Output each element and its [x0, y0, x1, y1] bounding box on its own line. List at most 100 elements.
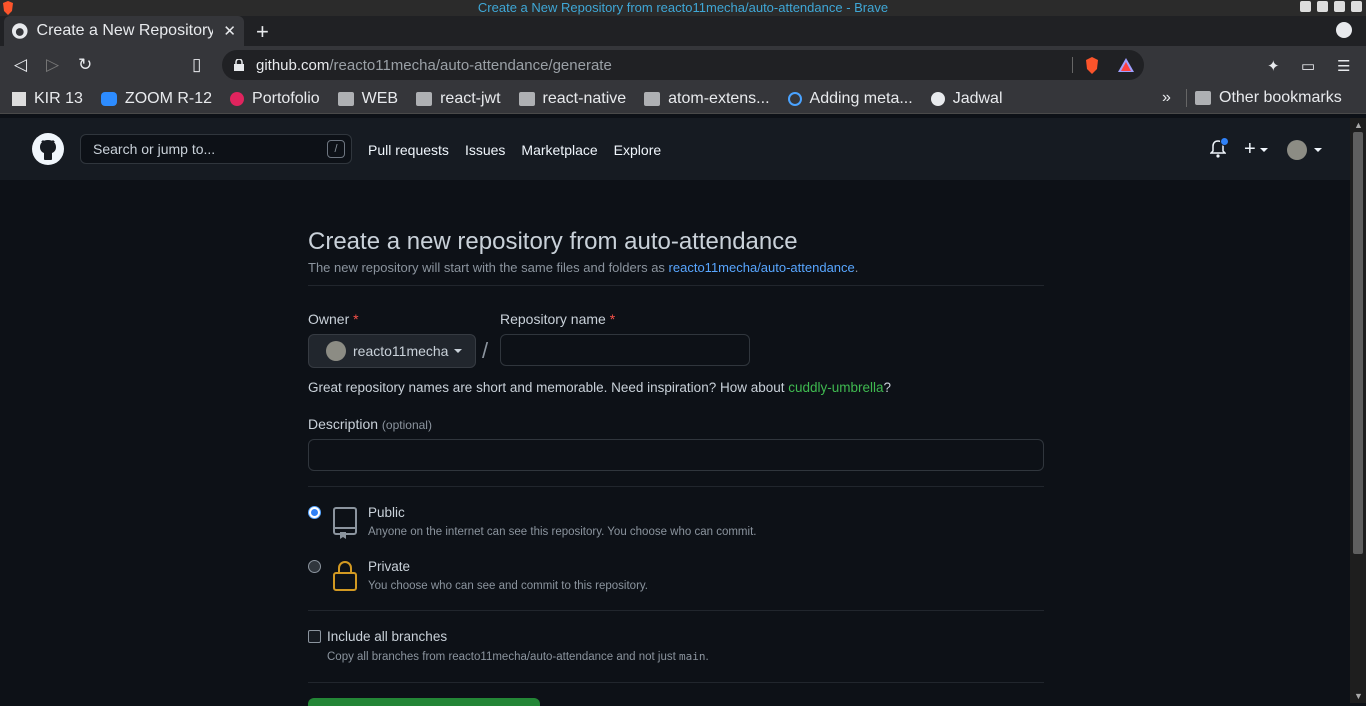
bookmark-portofolio[interactable]: Portofolio — [230, 90, 320, 108]
nav-marketplace[interactable]: Marketplace — [521, 142, 597, 158]
folder-icon — [337, 91, 354, 106]
repo-name-hint: Great repository names are short and mem… — [308, 380, 892, 395]
owner-repo-separator: / — [482, 338, 489, 363]
kir-icon — [12, 91, 26, 106]
owner-avatar — [326, 341, 346, 361]
divider — [308, 682, 1044, 683]
private-title: Private — [368, 559, 411, 574]
template-repo-link[interactable]: reacto11mecha/auto-attendance — [669, 260, 855, 275]
notification-dot — [1220, 137, 1229, 146]
lock-icon — [333, 561, 357, 591]
create-repository-button[interactable] — [308, 698, 540, 706]
reload-icon[interactable]: ↻ — [78, 55, 92, 75]
globe-icon — [930, 91, 945, 106]
bookmark-web[interactable]: WEB — [337, 90, 398, 108]
description-field[interactable] — [308, 439, 1044, 471]
pin-icon[interactable] — [1334, 1, 1345, 12]
extensions-icon[interactable]: ✦ — [1267, 57, 1280, 75]
chevron-down-icon — [454, 349, 463, 353]
suggested-name-link[interactable]: cuddly-umbrella — [788, 380, 883, 395]
avatar[interactable] — [1287, 140, 1307, 160]
search-shortcut-hint: / — [327, 140, 345, 158]
divider — [308, 486, 1044, 487]
brave-shields-icon[interactable] — [1084, 57, 1100, 74]
public-radio[interactable] — [308, 506, 321, 519]
nav-explore[interactable]: Explore — [614, 142, 661, 158]
address-bar[interactable]: github.com/reacto11mecha/auto-attendance… — [222, 50, 1144, 80]
bookmark-react-native[interactable]: react-native — [518, 90, 626, 108]
public-description: Anyone on the internet can see this repo… — [368, 526, 757, 538]
bookmark-adding-meta[interactable]: Adding meta... — [787, 90, 913, 108]
page-content: Search or jump to... / Pull requests Iss… — [0, 118, 1350, 706]
github-logo-icon[interactable] — [32, 133, 64, 165]
create-new-dropdown[interactable]: + — [1244, 138, 1268, 161]
minimize-icon[interactable] — [1300, 1, 1311, 12]
repo-icon — [333, 507, 357, 539]
include-branches-checkbox[interactable] — [308, 630, 321, 643]
scrollbar-thumb[interactable] — [1353, 132, 1363, 554]
window-title: Create a New Repository from reacto11mec… — [477, 0, 889, 15]
repo-name-field[interactable] — [500, 334, 750, 366]
private-radio[interactable] — [308, 560, 321, 573]
bookmark-atom-extens[interactable]: atom-extens... — [644, 90, 770, 108]
brave-icon — [3, 1, 13, 15]
bookmarks-overflow-icon[interactable]: » — [1162, 89, 1171, 107]
include-branches-description: Copy all branches from reacto11mecha/aut… — [327, 650, 709, 663]
browser-tab[interactable]: Create a New Repository from reacto11mec… — [4, 16, 244, 46]
chevron-down-icon[interactable] — [1314, 148, 1322, 152]
github-header: Search or jump to... / Pull requests Iss… — [0, 118, 1350, 180]
public-title: Public — [368, 505, 405, 520]
tab-search-icon[interactable] — [1336, 22, 1352, 38]
url-text: github.com/reacto11mecha/auto-attendance… — [256, 56, 612, 74]
brave-rewards-icon[interactable] — [1118, 58, 1134, 72]
private-description: You choose who can see and commit to thi… — [368, 580, 648, 592]
lock-icon — [234, 59, 244, 71]
scroll-down-icon[interactable]: ▼ — [1354, 691, 1363, 701]
bookmark-jadwal[interactable]: Jadwal — [930, 90, 1003, 108]
portofolio-icon — [230, 91, 245, 106]
folder-icon — [416, 91, 433, 106]
maximize-icon[interactable] — [1317, 1, 1328, 12]
folder-icon — [1195, 91, 1211, 105]
folder-icon — [518, 91, 535, 106]
github-nav: Pull requests Issues Marketplace Explore — [368, 142, 661, 158]
search-input[interactable]: Search or jump to... / — [80, 134, 352, 164]
bookmark-kir[interactable]: KIR 13 — [12, 90, 83, 108]
repo-name-label: Repository name * — [500, 311, 616, 327]
include-branches-label[interactable]: Include all branches — [327, 629, 447, 644]
tab-close-icon[interactable]: ✕ — [223, 22, 236, 40]
page-scrollbar[interactable]: ▲ ▼ — [1350, 118, 1366, 703]
tab-title: Create a New Repository from reacto11mec… — [36, 22, 214, 39]
new-tab-icon[interactable]: + — [256, 19, 269, 45]
divider — [308, 285, 1044, 286]
page-subtitle: The new repository will start with the s… — [308, 260, 859, 275]
nav-issues[interactable]: Issues — [465, 142, 505, 158]
page-title: Create a new repository from auto-attend… — [308, 228, 798, 255]
wallet-icon[interactable]: ▭ — [1301, 57, 1315, 75]
browser-toolbar: ◁ ▷ ↻ ▯ github.com/reacto11mecha/auto-at… — [0, 46, 1366, 84]
divider — [308, 610, 1044, 611]
bookmark-react-jwt[interactable]: react-jwt — [416, 90, 501, 108]
tab-strip: Create a New Repository from reacto11mec… — [0, 16, 1366, 46]
folder-icon — [644, 91, 661, 106]
zoom-icon — [100, 91, 117, 106]
description-input[interactable] — [309, 440, 1043, 470]
bookmark-icon[interactable]: ▯ — [192, 55, 201, 75]
menu-icon[interactable]: ☰ — [1337, 57, 1350, 75]
window-titlebar: Create a New Repository from reacto11mec… — [0, 0, 1366, 16]
bookmarks-bar: KIR 13 ZOOM R-12 Portofolio WEB react-jw… — [0, 84, 1366, 114]
description-label: Description (optional) — [308, 416, 432, 432]
other-bookmarks[interactable]: Other bookmarks — [1186, 89, 1342, 107]
nav-pull-requests[interactable]: Pull requests — [368, 142, 449, 158]
github-favicon-icon — [12, 23, 28, 39]
forward-icon[interactable]: ▷ — [46, 55, 59, 75]
back-icon[interactable]: ◁ — [14, 55, 27, 75]
bookmark-zoom[interactable]: ZOOM R-12 — [100, 90, 212, 108]
owner-label: Owner * — [308, 311, 359, 327]
scroll-up-icon[interactable]: ▲ — [1354, 120, 1363, 130]
window-controls — [1300, 1, 1362, 12]
repo-name-input[interactable] — [501, 335, 749, 365]
close-icon[interactable] — [1351, 1, 1362, 12]
owner-select[interactable]: reacto11mecha — [308, 334, 476, 368]
link-icon — [787, 91, 802, 106]
